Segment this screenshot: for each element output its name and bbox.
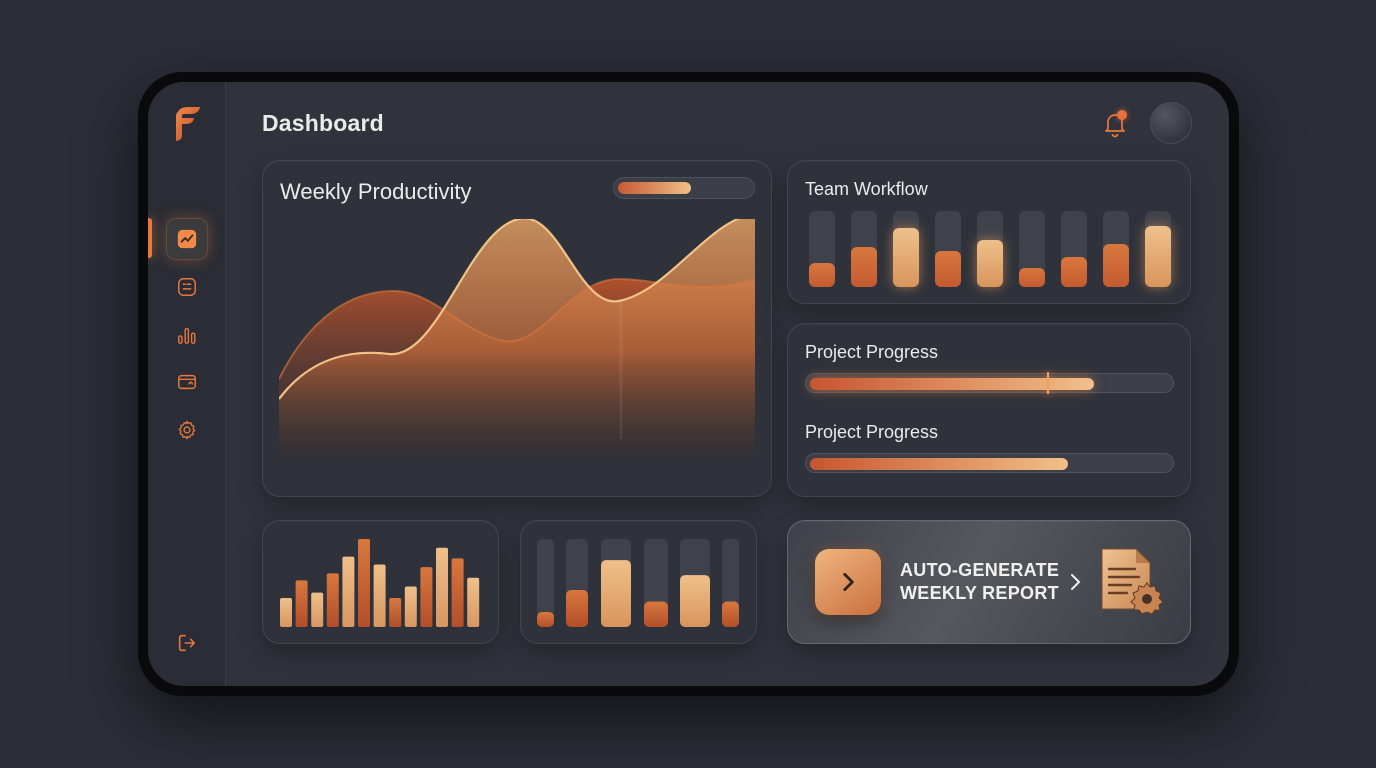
productivity-slider-fill bbox=[618, 182, 691, 194]
trend-chart-icon bbox=[177, 229, 197, 249]
productivity-area-chart bbox=[279, 219, 755, 459]
mini-bar bbox=[295, 580, 308, 627]
mini-bar-chart-2-svg bbox=[537, 539, 739, 627]
mini-bar bbox=[420, 567, 433, 627]
workflow-bar bbox=[1061, 257, 1087, 287]
project-progress-fill-1 bbox=[810, 378, 1094, 390]
mini-bar bbox=[311, 592, 324, 627]
wallet-icon bbox=[178, 374, 196, 390]
notification-dot bbox=[1117, 110, 1127, 120]
document-gear-icon bbox=[1101, 548, 1164, 615]
workflow-bar-track bbox=[1061, 211, 1087, 287]
workflow-bar-track bbox=[977, 211, 1003, 287]
weekly-productivity-card: Weekly Productivity bbox=[262, 160, 772, 497]
mini-bar-chart-1-svg bbox=[280, 539, 480, 627]
workflow-bar bbox=[809, 262, 835, 287]
mini-bar bbox=[436, 547, 448, 627]
workflow-bar-track bbox=[1145, 211, 1171, 287]
report-line-1: AUTO-GENERATE bbox=[900, 560, 1060, 580]
mini-bar bbox=[566, 590, 588, 627]
workflow-bar bbox=[1103, 243, 1129, 287]
gear-icon bbox=[178, 420, 196, 440]
sidebar-item-settings[interactable] bbox=[166, 409, 208, 451]
project-progress-card: Project Progress Project Progress bbox=[787, 323, 1191, 497]
productivity-range-slider[interactable] bbox=[613, 177, 755, 199]
project-progress-marker[interactable] bbox=[1046, 372, 1049, 394]
workflow-bar-track bbox=[935, 211, 961, 287]
sidebar-item-analytics[interactable] bbox=[166, 314, 208, 356]
workflow-bar bbox=[851, 246, 877, 287]
team-workflow-title: Team Workflow bbox=[805, 179, 928, 199]
mini-bar bbox=[342, 556, 355, 627]
report-arrow-button[interactable] bbox=[815, 549, 881, 615]
workflow-bar-track bbox=[893, 211, 919, 287]
project-progress-label-2: Project Progress bbox=[805, 422, 939, 442]
auto-generate-report-button[interactable]: AUTO-GENERATE WEEKLY REPORT bbox=[787, 520, 1191, 644]
project-progress-fill-2 bbox=[810, 458, 1069, 470]
mini-bar bbox=[451, 558, 464, 627]
report-text: AUTO-GENERATE WEEKLY REPORT bbox=[900, 559, 1060, 605]
mini-bar bbox=[601, 560, 631, 627]
app-screen: Dashboard Weekly Productivity Team Workf… bbox=[148, 82, 1229, 686]
report-line-2: WEEKLY REPORT bbox=[900, 583, 1059, 603]
sidebar-item-list[interactable] bbox=[166, 266, 208, 308]
workflow-bar bbox=[1019, 268, 1045, 287]
mini-bar bbox=[644, 601, 668, 627]
sidebar bbox=[148, 82, 226, 686]
sidebar-item-dashboard[interactable] bbox=[166, 218, 208, 260]
list-icon bbox=[178, 278, 196, 296]
app-logo bbox=[176, 107, 200, 141]
workflow-bar bbox=[1145, 226, 1171, 287]
avatar[interactable] bbox=[1150, 102, 1192, 144]
mini-bar bbox=[389, 597, 402, 627]
team-workflow-card: Team Workflow bbox=[787, 160, 1191, 304]
mini-bar bbox=[537, 612, 554, 627]
bar-chart-icon bbox=[178, 327, 196, 344]
workflow-bar bbox=[977, 239, 1003, 287]
workflow-bar-track bbox=[1019, 211, 1045, 287]
mini-bar bbox=[373, 564, 386, 627]
project-progress-bar-1 bbox=[805, 372, 1174, 394]
chevron-right-small-icon bbox=[1071, 574, 1080, 590]
mini-bar bbox=[467, 577, 480, 627]
workflow-bar bbox=[893, 227, 919, 287]
sidebar-item-wallet[interactable] bbox=[166, 361, 208, 403]
logout-icon[interactable] bbox=[176, 632, 198, 654]
active-nav-indicator bbox=[148, 218, 152, 258]
project-progress-bar-2 bbox=[805, 453, 1174, 473]
workflow-bar bbox=[935, 251, 961, 287]
mini-bar-chart-2 bbox=[520, 520, 757, 644]
mini-bar bbox=[722, 601, 739, 627]
project-progress-label-1: Project Progress bbox=[805, 342, 939, 362]
weekly-productivity-title: Weekly Productivity bbox=[280, 179, 472, 204]
chevron-right-icon bbox=[843, 573, 854, 591]
mini-bar bbox=[404, 586, 417, 627]
workflow-bar-track bbox=[1103, 211, 1129, 287]
mini-bar-chart-1 bbox=[262, 520, 499, 644]
workflow-bar-track bbox=[851, 211, 877, 287]
mini-bar bbox=[680, 575, 710, 627]
workflow-bar-track bbox=[809, 211, 835, 287]
mini-bar bbox=[358, 539, 370, 627]
mini-bar bbox=[280, 597, 292, 627]
mini-bar bbox=[326, 573, 339, 627]
page-title: Dashboard bbox=[262, 110, 384, 136]
